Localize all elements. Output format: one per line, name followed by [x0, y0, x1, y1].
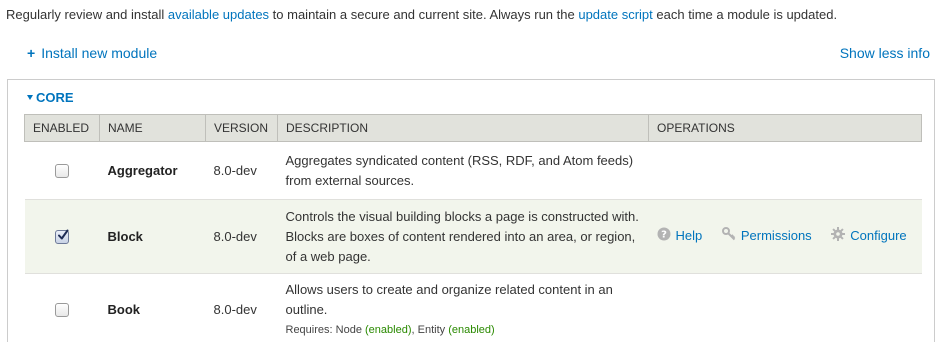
- column-header-version: VERSION: [205, 114, 278, 142]
- operations-cell: ? Help Permissions Configure: [648, 199, 922, 274]
- intro-text-before: Regularly review and install: [6, 7, 168, 22]
- module-version: 8.0-dev: [205, 199, 278, 274]
- table-header-row: ENABLED NAME VERSION DESCRIPTION OPERATI…: [24, 114, 922, 142]
- column-header-name: NAME: [99, 114, 206, 142]
- module-description: Controls the visual building blocks a pa…: [277, 199, 649, 274]
- enable-aggregator-checkbox[interactable]: [55, 164, 69, 179]
- help-label: Help: [675, 227, 703, 243]
- enabled-cell: [24, 273, 100, 342]
- table-row-book: Book 8.0-dev Allows users to create and …: [24, 273, 922, 342]
- requires-dep-node: Node: [335, 324, 362, 336]
- configure-label: Configure: [850, 227, 907, 243]
- column-header-enabled: ENABLED: [24, 114, 100, 142]
- help-question-icon: ?: [657, 227, 671, 244]
- module-requirements: Requires: Node (enabled), Entity (enable…: [286, 321, 641, 339]
- available-updates-link[interactable]: available updates: [168, 7, 269, 22]
- install-new-module-link[interactable]: + Install new module: [27, 44, 157, 62]
- caret-down-icon: [27, 95, 33, 101]
- key-icon: [721, 227, 736, 244]
- requires-prefix: Requires:: [285, 324, 336, 336]
- svg-text:?: ?: [661, 230, 667, 241]
- enabled-cell: [24, 199, 100, 274]
- core-group-toggle[interactable]: CORE: [27, 90, 74, 106]
- permissions-label: Permissions: [740, 227, 812, 243]
- enabled-cell: [24, 141, 100, 200]
- requires-dep-node-status: (enabled): [365, 324, 412, 336]
- permissions-link[interactable]: Permissions: [721, 227, 812, 245]
- module-name: Block: [99, 199, 206, 274]
- install-new-module-label: Install new module: [41, 45, 158, 61]
- help-link[interactable]: ? Help: [657, 227, 703, 245]
- checkmark-icon: [58, 229, 69, 240]
- enable-block-checkbox[interactable]: [55, 229, 69, 245]
- table-row-block: Block 8.0-dev Controls the visual buildi…: [24, 199, 922, 274]
- requires-dep-entity-status: (enabled): [448, 324, 495, 336]
- modules-table: ENABLED NAME VERSION DESCRIPTION OPERATI…: [24, 114, 922, 342]
- plus-icon: +: [27, 45, 36, 61]
- table-row-aggregator: Aggregator 8.0-dev Aggregates syndicated…: [24, 141, 922, 200]
- show-less-info-link[interactable]: Show less info: [840, 44, 930, 62]
- operations-cell: [648, 273, 922, 342]
- module-version: 8.0-dev: [205, 273, 278, 342]
- module-version: 8.0-dev: [205, 141, 278, 200]
- module-name: Book: [99, 273, 206, 342]
- operations-cell: [648, 141, 922, 200]
- column-header-description: DESCRIPTION: [277, 114, 649, 142]
- enable-book-checkbox[interactable]: [55, 303, 69, 318]
- module-description: Allows users to create and organize rela…: [285, 282, 613, 317]
- intro-text-middle: to maintain a secure and current site. A…: [269, 7, 579, 22]
- module-description-cell: Allows users to create and organize rela…: [277, 273, 649, 342]
- module-name: Aggregator: [99, 141, 206, 200]
- modules-page: Regularly review and install available u…: [0, 0, 944, 342]
- intro-text-after: each time a module is updated.: [652, 7, 838, 22]
- gear-icon: [831, 227, 846, 244]
- update-script-link[interactable]: update script: [578, 7, 652, 22]
- column-header-operations: OPERATIONS: [648, 114, 922, 142]
- core-group-title: CORE: [36, 90, 74, 105]
- intro-text: Regularly review and install available u…: [6, 6, 837, 24]
- configure-link[interactable]: Configure: [831, 227, 907, 245]
- requires-dep-entity: Entity: [417, 324, 446, 336]
- module-description: Aggregates syndicated content (RSS, RDF,…: [277, 141, 649, 200]
